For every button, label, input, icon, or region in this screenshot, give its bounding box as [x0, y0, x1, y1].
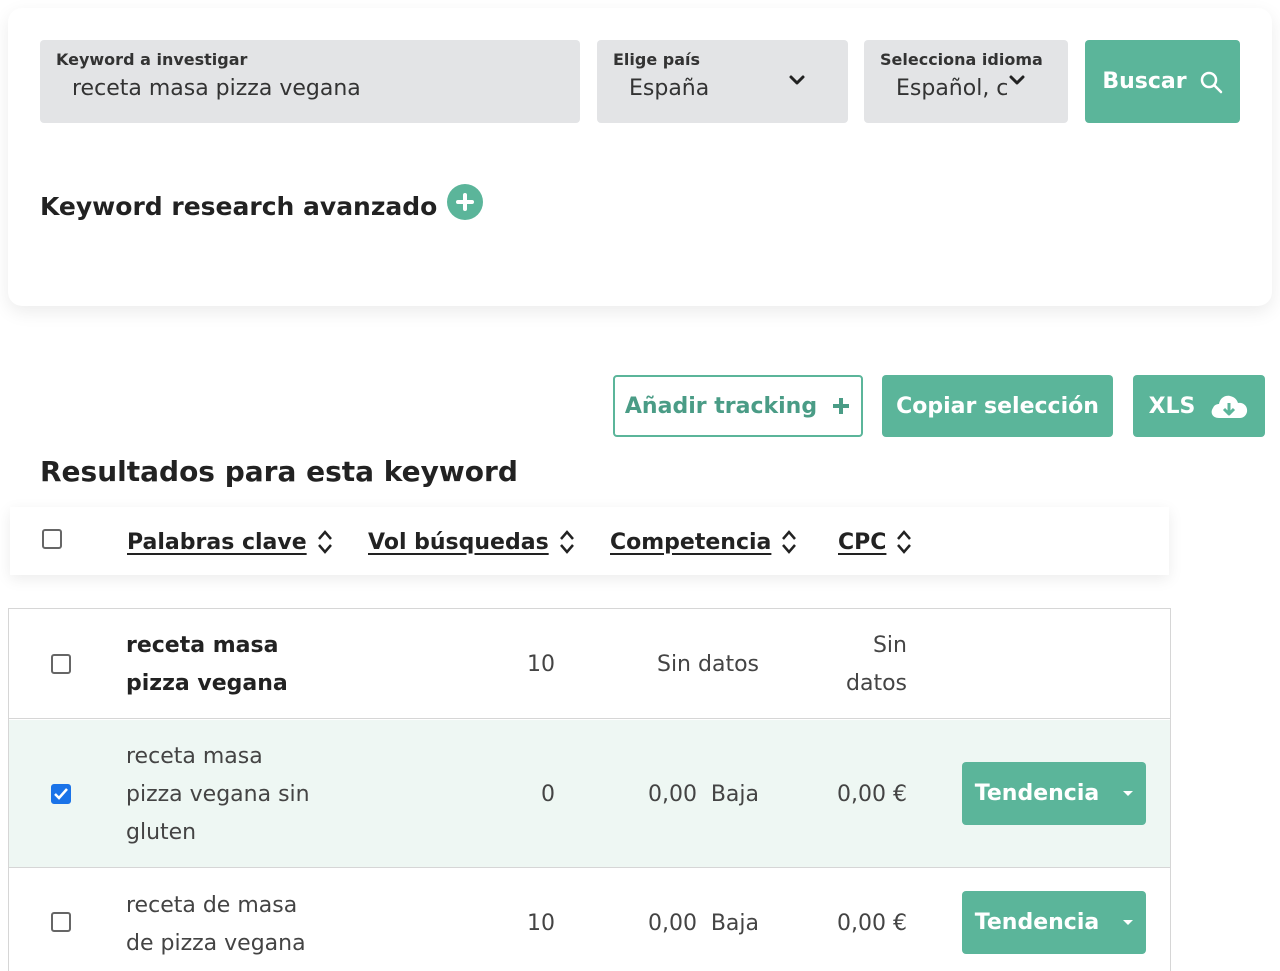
table-header: Palabras clave Vol búsquedas Competencia…: [10, 507, 1169, 575]
row-keyword: receta de masa de pizza vegana: [126, 893, 306, 956]
sort-icon: [897, 530, 912, 554]
country-select-label: Elige país: [613, 50, 701, 69]
row-checkbox[interactable]: [51, 654, 71, 674]
copy-selection-label: Copiar selección: [896, 393, 1099, 419]
plus-icon: [833, 398, 850, 414]
cloud-download-icon: [1212, 395, 1248, 418]
sort-icon: [317, 530, 332, 554]
checkmark-icon: [54, 788, 68, 800]
column-header-label: Vol búsquedas: [368, 529, 549, 555]
results-title: Resultados para esta keyword: [40, 455, 518, 488]
language-select-label: Selecciona idioma: [880, 50, 1043, 69]
table-row: receta masa pizza vegana 10 Sin datos Si…: [9, 609, 1170, 719]
language-select[interactable]: Selecciona idioma Español, c: [864, 40, 1068, 123]
keyword-field-label: Keyword a investigar: [56, 50, 248, 69]
row-competition-value: 0,00: [648, 782, 697, 807]
keyword-input[interactable]: receta masa pizza vegana: [72, 76, 361, 101]
row-competition-level: Sin datos: [656, 652, 759, 677]
row-keyword: receta masa pizza vegana: [126, 633, 288, 696]
row-competition-level: Baja: [710, 782, 759, 807]
trend-button[interactable]: Tendencia: [962, 891, 1146, 954]
table-row: receta masa pizza vegana sin gluten 0 0,…: [9, 720, 1170, 868]
country-select[interactable]: Elige país España: [597, 40, 848, 123]
trend-button[interactable]: Tendencia: [962, 762, 1146, 825]
country-select-value: España: [629, 76, 710, 101]
row-volume: 0: [541, 782, 555, 807]
column-header-volume[interactable]: Vol búsquedas: [368, 529, 575, 555]
column-header-cpc[interactable]: CPC: [838, 529, 912, 555]
row-keyword: receta masa pizza vegana sin gluten: [126, 744, 310, 845]
search-icon: [1200, 71, 1222, 93]
table-row: receta de masa de pizza vegana 10 0,00 B…: [9, 869, 1170, 971]
advanced-research-label: Keyword research avanzado: [40, 191, 438, 221]
xls-export-button[interactable]: XLS: [1133, 375, 1265, 437]
xls-label: XLS: [1148, 393, 1196, 419]
add-tracking-label: Añadir tracking: [624, 393, 818, 419]
column-header-label: Palabras clave: [127, 529, 307, 555]
search-button[interactable]: Buscar: [1085, 40, 1240, 123]
caret-down-icon: [1123, 791, 1134, 796]
row-competition-value: 0,00: [648, 911, 697, 936]
sort-icon: [559, 530, 574, 554]
add-tracking-button[interactable]: Añadir tracking: [613, 375, 863, 437]
chevron-down-icon: [1009, 75, 1025, 85]
caret-down-icon: [1123, 920, 1134, 925]
row-checkbox[interactable]: [51, 912, 71, 932]
row-volume: 10: [527, 911, 555, 936]
column-header-label: CPC: [838, 529, 887, 555]
trend-button-label: Tendencia: [974, 781, 1100, 806]
row-cpc: Sin datos: [846, 633, 907, 696]
column-header-keywords[interactable]: Palabras clave: [127, 529, 333, 555]
keyword-field[interactable]: Keyword a investigar receta masa pizza v…: [40, 40, 580, 123]
chevron-down-icon: [789, 75, 805, 85]
advanced-research-toggle[interactable]: Keyword research avanzado: [40, 184, 484, 224]
row-competition-level: Baja: [710, 911, 759, 936]
results-table: receta masa pizza vegana 10 Sin datos Si…: [8, 608, 1171, 971]
row-cpc: 0,00 €: [837, 911, 907, 936]
trend-button-label: Tendencia: [974, 910, 1100, 935]
sort-icon: [782, 530, 797, 554]
copy-selection-button[interactable]: Copiar selección: [882, 375, 1113, 437]
row-volume: 10: [527, 652, 555, 677]
select-all-checkbox[interactable]: [42, 529, 62, 549]
column-header-label: Competencia: [610, 529, 772, 555]
search-button-label: Buscar: [1102, 69, 1187, 94]
column-header-competition[interactable]: Competencia: [610, 529, 797, 555]
search-panel: Keyword a investigar receta masa pizza v…: [8, 8, 1272, 306]
row-checkbox[interactable]: [51, 784, 71, 804]
plus-circle-icon[interactable]: [447, 184, 484, 220]
row-cpc: 0,00 €: [837, 782, 907, 807]
language-select-value: Español, c: [896, 76, 1009, 101]
